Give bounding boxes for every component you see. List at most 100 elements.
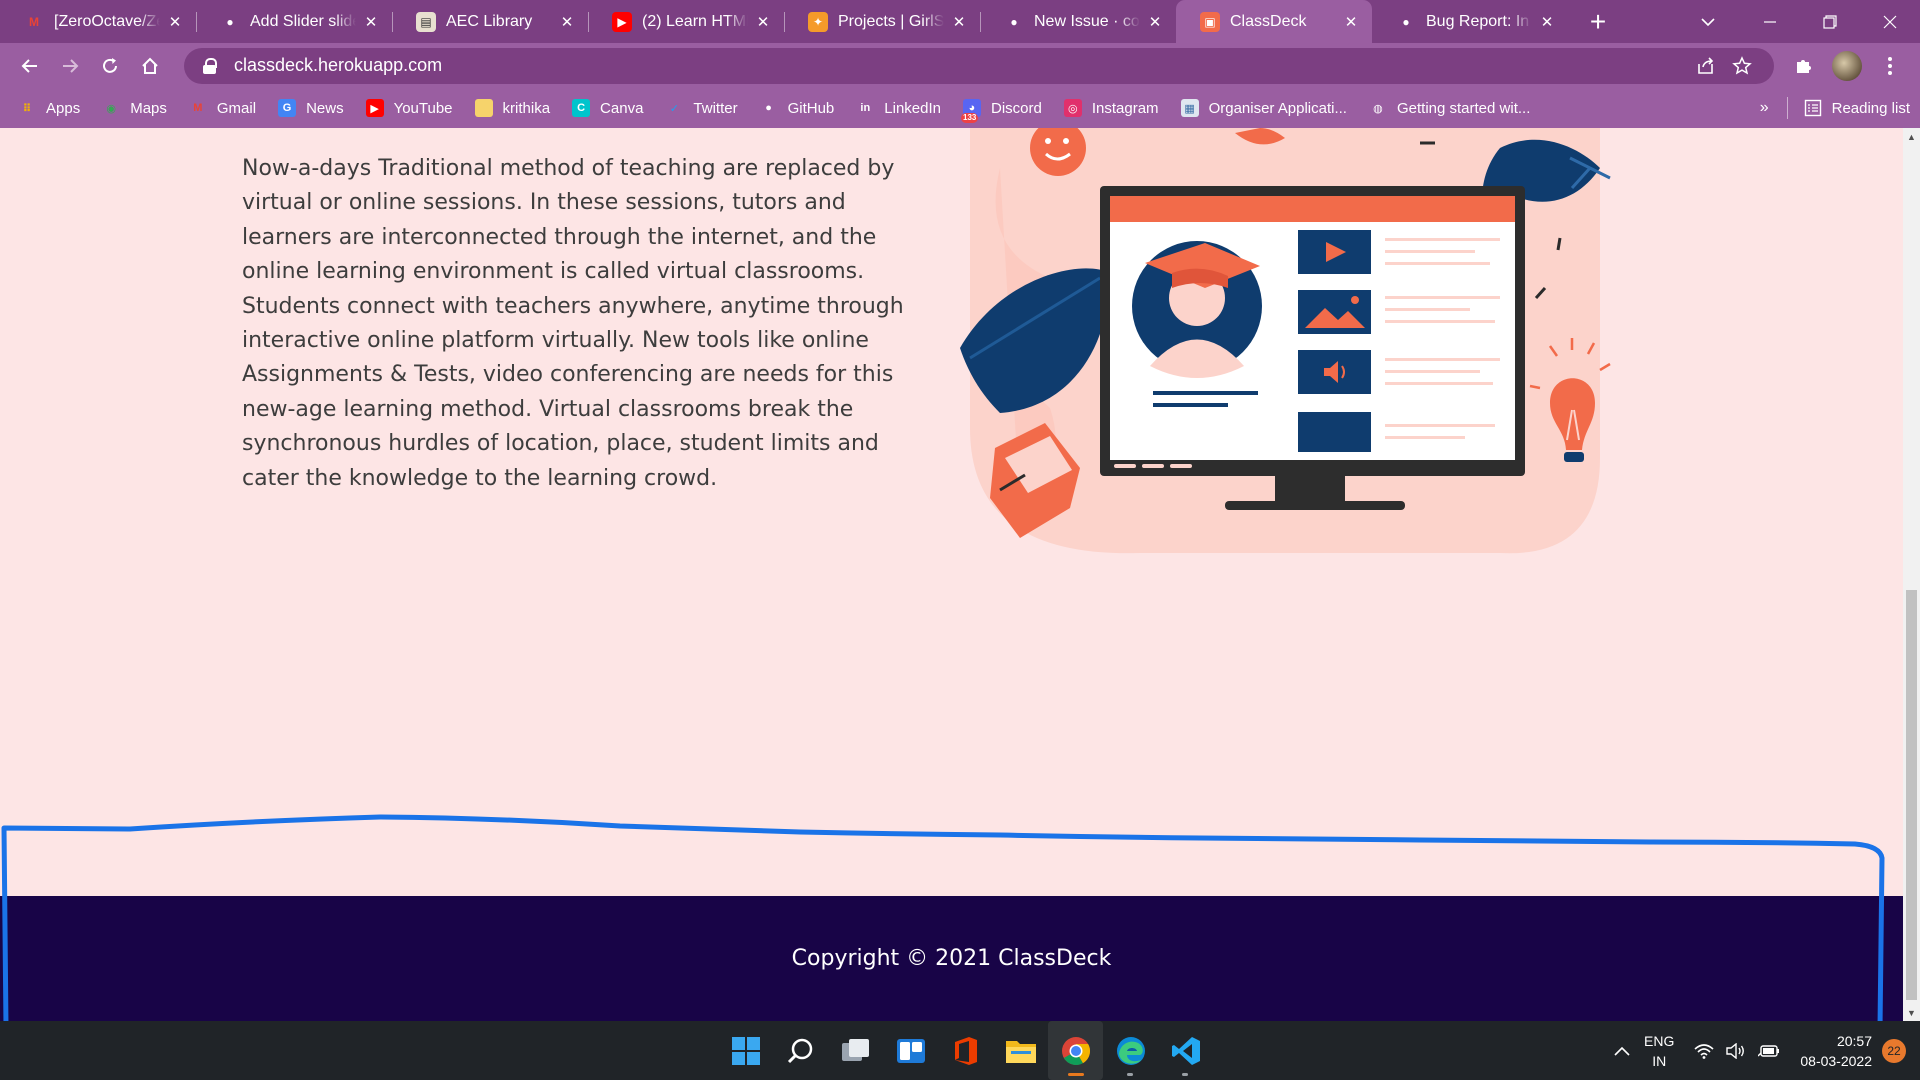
browser-tab[interactable]: ● Add Slider slide by ✕ bbox=[196, 0, 392, 43]
tab-close-button[interactable]: ✕ bbox=[1342, 13, 1360, 31]
battery-button[interactable] bbox=[1758, 1044, 1780, 1058]
home-button[interactable] bbox=[130, 48, 170, 84]
gmail-icon: M bbox=[193, 102, 203, 114]
tab-close-button[interactable]: ✕ bbox=[1538, 13, 1556, 31]
lock-icon[interactable] bbox=[202, 57, 218, 74]
scroll-thumb[interactable] bbox=[1906, 590, 1917, 1000]
clock[interactable]: 20:57 08-03-2022 bbox=[1800, 1031, 1872, 1071]
reading-list-button[interactable]: Reading list bbox=[1804, 99, 1910, 117]
address-bar[interactable]: classdeck.herokuapp.com bbox=[184, 47, 1774, 84]
reading-list-label: Reading list bbox=[1831, 99, 1910, 117]
bookmark-instagram[interactable]: ◎ Instagram bbox=[1063, 99, 1159, 117]
volume-button[interactable] bbox=[1726, 1042, 1746, 1059]
tab-title: ClassDeck bbox=[1230, 12, 1307, 30]
tab-title: Add Slider slide by bbox=[250, 12, 356, 30]
vertical-scrollbar[interactable]: ▲ ▼ bbox=[1903, 128, 1920, 1021]
vscode-taskbar-button[interactable] bbox=[1158, 1021, 1213, 1080]
bookmark-canva[interactable]: C Canva bbox=[572, 99, 643, 117]
widgets-button[interactable] bbox=[883, 1021, 938, 1080]
task-view-button[interactable] bbox=[828, 1021, 883, 1080]
bookmark-github[interactable]: ● GitHub bbox=[760, 99, 835, 117]
clock-date: 08-03-2022 bbox=[1800, 1052, 1872, 1069]
share-icon bbox=[1698, 56, 1714, 74]
forward-button[interactable] bbox=[50, 48, 90, 84]
browser-tab-active[interactable]: ▣ ClassDeck ✕ bbox=[1176, 0, 1372, 43]
tab-close-button[interactable]: ✕ bbox=[754, 13, 772, 31]
bookmark-label: Maps bbox=[130, 99, 167, 117]
bookmark-twitter[interactable]: ✓ Twitter bbox=[665, 99, 738, 117]
bookmark-discord[interactable]: ◕ 133 Discord bbox=[961, 99, 1042, 123]
tab-close-button[interactable]: ✕ bbox=[362, 13, 380, 31]
bookmark-star-button[interactable] bbox=[1724, 48, 1760, 84]
bookmark-linkedin[interactable]: in LinkedIn bbox=[856, 99, 941, 117]
github-icon: ● bbox=[765, 102, 772, 114]
bookmark-krithika[interactable]: krithika bbox=[474, 99, 550, 117]
tab-close-button[interactable]: ✕ bbox=[166, 13, 184, 31]
bookmark-label: GitHub bbox=[787, 99, 835, 117]
bookmark-label: LinkedIn bbox=[884, 99, 941, 117]
browser-tab[interactable]: ✦ Projects | GirlScript ✕ bbox=[784, 0, 980, 43]
arrow-right-icon bbox=[63, 58, 79, 73]
menu-button[interactable] bbox=[1870, 48, 1910, 84]
tab-close-button[interactable]: ✕ bbox=[950, 13, 968, 31]
reading-list-icon bbox=[1804, 99, 1821, 117]
page-footer: Copyright © 2021 ClassDeck bbox=[0, 896, 1903, 1021]
extensions-button[interactable] bbox=[1784, 48, 1824, 84]
reload-button[interactable] bbox=[90, 48, 130, 84]
browser-tab[interactable]: ● New Issue · coding ✕ bbox=[980, 0, 1176, 43]
file-explorer-button[interactable] bbox=[993, 1021, 1048, 1080]
github-icon: ● bbox=[1010, 14, 1018, 29]
bookmark-gmail[interactable]: M Gmail bbox=[189, 99, 256, 117]
bookmarks-overflow-button[interactable]: » bbox=[1760, 99, 1769, 117]
browser-tab[interactable]: ▤ AEC Library ✕ bbox=[392, 0, 588, 43]
search-icon bbox=[787, 1038, 812, 1063]
scroll-down-button[interactable]: ▼ bbox=[1903, 1004, 1920, 1021]
bookmark-maps[interactable]: ◉ Maps bbox=[102, 99, 167, 117]
new-tab-button[interactable]: + bbox=[1580, 0, 1616, 43]
vscode-icon bbox=[1171, 1036, 1200, 1065]
notification-badge[interactable]: 22 bbox=[1882, 1038, 1906, 1063]
back-button[interactable] bbox=[10, 48, 50, 84]
restore-button[interactable] bbox=[1800, 0, 1860, 43]
discord-badge: 133 bbox=[961, 113, 979, 123]
language-indicator[interactable]: ENG IN bbox=[1644, 1031, 1674, 1071]
profile-avatar[interactable] bbox=[1832, 50, 1862, 81]
browser-tab[interactable]: M [ZeroOctave/ZeroOctave ✕ bbox=[0, 0, 196, 43]
arrow-left-icon bbox=[21, 58, 37, 73]
start-button[interactable] bbox=[718, 1021, 773, 1080]
browser-toolbar: classdeck.herokuapp.com bbox=[0, 43, 1920, 88]
share-button[interactable] bbox=[1688, 48, 1724, 84]
browser-tab[interactable]: ● Bug Report: In All ✕ bbox=[1372, 0, 1568, 43]
office-button[interactable] bbox=[938, 1021, 993, 1080]
tab-title: [ZeroOctave/ZeroOctave bbox=[54, 12, 160, 30]
tab-search-button[interactable] bbox=[1688, 0, 1728, 43]
bookmark-organiser-applicati[interactable]: ▦ Organiser Applicati... bbox=[1180, 99, 1347, 117]
show-hidden-icons-button[interactable] bbox=[1614, 1046, 1630, 1056]
edge-taskbar-button[interactable] bbox=[1103, 1021, 1158, 1080]
close-window-button[interactable] bbox=[1860, 0, 1920, 43]
tab-strip: M [ZeroOctave/ZeroOctave ✕ ● Add Slider slid… bbox=[0, 0, 1920, 43]
virtual-classroom-paragraph: Now-a-days Traditional method of teachin… bbox=[242, 156, 904, 491]
chrome-taskbar-button[interactable] bbox=[1048, 1021, 1103, 1080]
bookmark-news[interactable]: G News bbox=[278, 99, 344, 117]
bookmark-getting-started-wit[interactable]: ◍ Getting started wit... bbox=[1369, 99, 1530, 117]
taskbar-search-button[interactable] bbox=[773, 1021, 828, 1080]
wifi-button[interactable] bbox=[1694, 1043, 1714, 1059]
scroll-up-button[interactable]: ▲ bbox=[1903, 128, 1920, 145]
url-text[interactable]: classdeck.herokuapp.com bbox=[234, 55, 1688, 76]
tab-close-button[interactable]: ✕ bbox=[558, 13, 576, 31]
bookmark-apps[interactable]: ⠿ Apps bbox=[18, 99, 81, 117]
chevron-down-icon bbox=[1701, 17, 1715, 26]
close-icon bbox=[1883, 15, 1897, 28]
canva-icon: C bbox=[572, 99, 591, 117]
home-icon bbox=[142, 57, 158, 74]
reload-icon bbox=[103, 57, 117, 73]
minimize-button[interactable] bbox=[1740, 0, 1800, 43]
github-icon: ● bbox=[226, 14, 234, 29]
bookmark-youtube[interactable]: ▶ YouTube bbox=[365, 99, 453, 117]
browser-tab[interactable]: ▶ (2) Learn HTML 2 ✕ bbox=[588, 0, 784, 43]
page-viewport: Now-a-days Traditional method of teachin… bbox=[0, 128, 1903, 1021]
tab-close-button[interactable]: ✕ bbox=[1146, 13, 1164, 31]
edge-icon bbox=[1116, 1036, 1145, 1065]
news-icon: G bbox=[278, 99, 297, 117]
